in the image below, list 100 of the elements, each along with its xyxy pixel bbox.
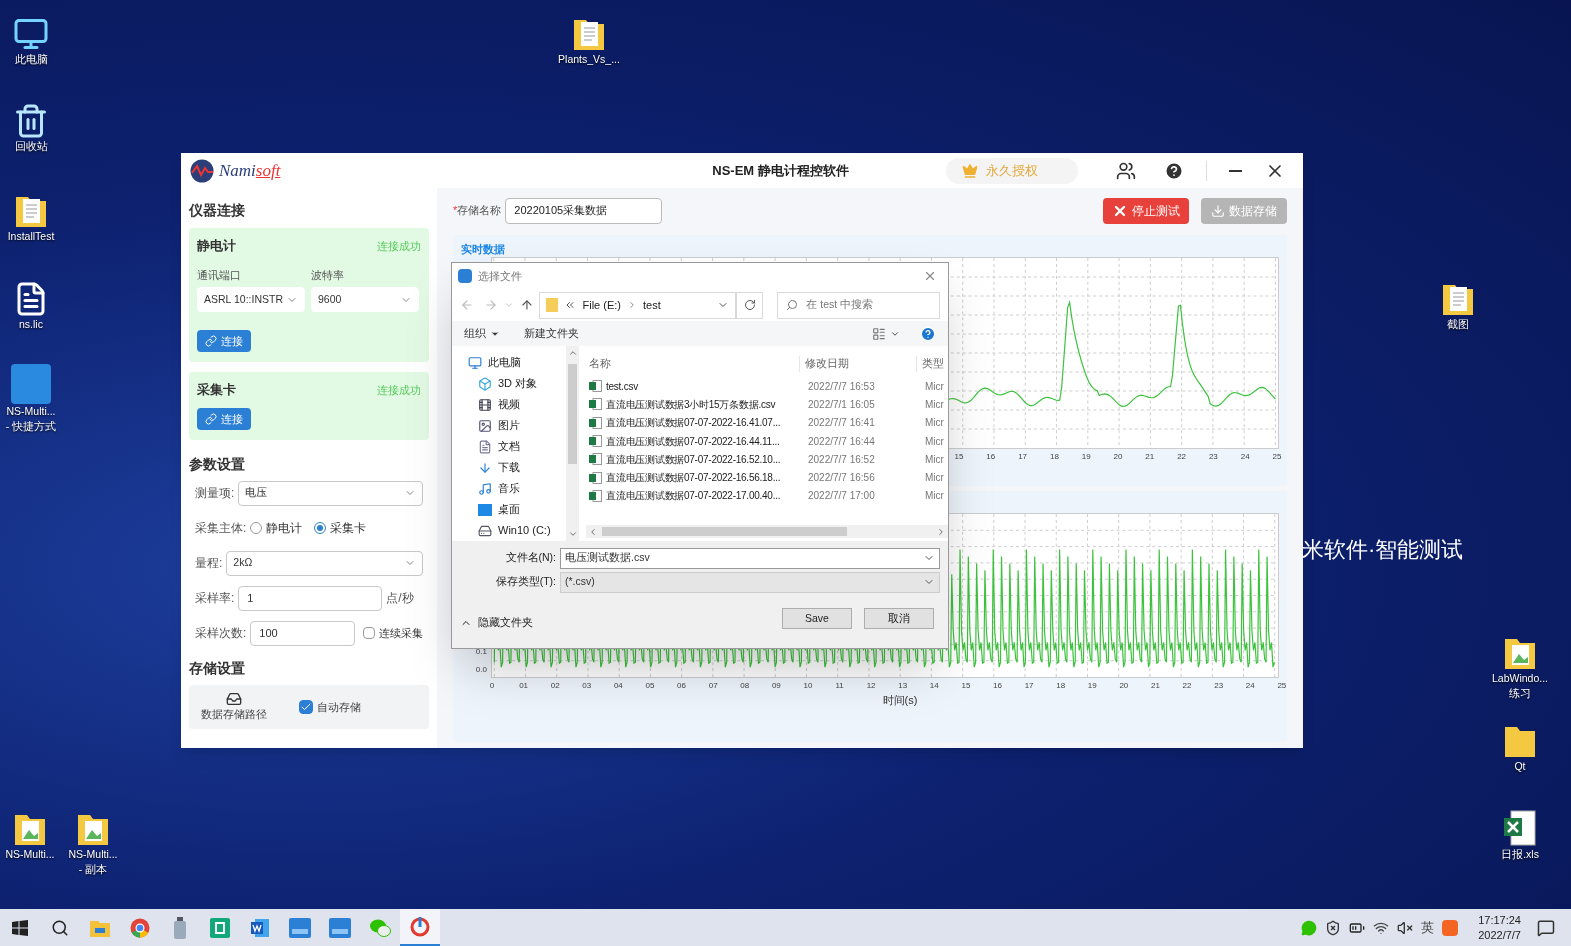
tree-item[interactable]: 音乐 xyxy=(478,478,566,499)
recycle-bin-icon xyxy=(13,103,49,139)
breadcrumb-item[interactable]: File (E:) xyxy=(582,296,621,314)
desktop-icon-label[interactable]: 日报.xls xyxy=(1501,847,1539,862)
radio-label: 采集卡 xyxy=(330,520,367,538)
meter-app-icon xyxy=(329,917,351,938)
hide-folders-toggle[interactable]: 隐藏文件夹 xyxy=(460,615,533,631)
desktop-icon-label[interactable]: Qt xyxy=(1514,759,1526,774)
file-row[interactable]: 直流电压测试数据07-07-2022-16.56.18... 2022/7/7 16:56 Micr xyxy=(586,468,948,487)
desktop-icon-label[interactable]: ns.lic xyxy=(19,317,43,332)
column-header[interactable]: 修改日期 xyxy=(800,356,917,372)
connect-button[interactable]: 连接 xyxy=(197,330,251,353)
refresh-button[interactable] xyxy=(735,291,764,319)
dropdown[interactable]: 9600 xyxy=(311,287,419,313)
file-row[interactable]: 直流电压测试数据07-07-2022-16.41.07... 2022/7/7 16:41 Micr xyxy=(586,413,948,432)
desktop-icon-label[interactable]: - 快捷方式 xyxy=(5,419,57,434)
filename-field[interactable]: 电压测试数据.csv xyxy=(560,547,940,569)
storage-name-field[interactable]: 20220105采集数据 xyxy=(505,197,663,224)
dropdown[interactable]: ASRL 10::INSTR xyxy=(197,287,305,313)
breadcrumb-item[interactable]: test xyxy=(643,296,661,314)
app-shortcut-icon xyxy=(11,364,51,404)
notification-icon[interactable] xyxy=(1537,918,1555,937)
tree-item[interactable]: 图片 xyxy=(478,415,566,436)
radio-button[interactable] xyxy=(250,522,263,535)
desktop-icon-label[interactable]: Plants_Vs_... xyxy=(558,52,620,67)
desktop-icon-label[interactable]: - 副本 xyxy=(78,862,108,877)
organize-button[interactable]: 组织 xyxy=(464,325,500,342)
file-row[interactable]: 直流电压测试数据07-07-2022-17.00.40... 2022/7/7 17:00 Micr xyxy=(586,486,948,506)
checkbox[interactable] xyxy=(299,699,313,714)
x-tick-label: 17 xyxy=(1017,451,1028,463)
dropdown[interactable]: 2kΩ xyxy=(226,550,423,576)
tree-item[interactable]: 文档 xyxy=(478,436,566,457)
tree-item[interactable]: 桌面 xyxy=(478,499,566,520)
search-icon xyxy=(51,918,69,937)
file-type-dropdown[interactable]: (*.csv) xyxy=(560,571,940,593)
clock[interactable]: 17:17:24 2022/7/7 xyxy=(1478,912,1521,943)
column-header[interactable]: 类型 xyxy=(917,356,944,372)
view-options-button[interactable] xyxy=(872,326,900,341)
image-icon xyxy=(478,418,492,433)
shield-icon[interactable] xyxy=(1325,919,1342,936)
desktop-icon-label[interactable]: 此电脑 xyxy=(14,52,48,67)
input-app-icon[interactable] xyxy=(1442,919,1459,936)
file-row[interactable]: 直流电压测试数据07-07-2022-16.44.11... 2022/7/7 16:44 Micr xyxy=(586,431,948,451)
text-field[interactable]: 100 xyxy=(250,620,356,646)
column-header[interactable]: 名称 xyxy=(586,356,800,372)
radio-button[interactable] xyxy=(314,522,327,535)
tree-item[interactable]: 视频 xyxy=(478,394,566,415)
scroll-thumb[interactable] xyxy=(568,363,577,464)
file-row[interactable]: 直流电压测试数据07-07-2022-16.52.10... 2022/7/7 16:52 Micr xyxy=(586,450,948,469)
new-folder-button[interactable]: 新建文件夹 xyxy=(524,325,579,342)
windows-icon xyxy=(12,919,28,936)
file-date: 2022/7/7 17:00 xyxy=(807,489,876,504)
file-date: 2022/7/7 16:52 xyxy=(807,452,876,467)
desktop-icon-label[interactable]: NS-Multi... xyxy=(6,404,56,419)
cancel-button[interactable]: 取消 xyxy=(864,608,934,630)
horizontal-scrollbar[interactable] xyxy=(586,525,948,538)
file-name: test.csv xyxy=(606,379,639,394)
back-icon[interactable] xyxy=(460,298,474,312)
desktop-icon-label[interactable]: NS-Multi... xyxy=(68,847,118,862)
text-field[interactable]: 1 xyxy=(238,585,383,611)
file-date: 2022/7/7 16:53 xyxy=(807,379,876,394)
scrollbar[interactable] xyxy=(566,346,579,541)
file-type: Micr xyxy=(924,489,944,504)
tree-item[interactable]: 3D 对象 xyxy=(478,373,566,394)
volume-muted-icon[interactable] xyxy=(1397,919,1414,936)
connection-status: 连接成功 xyxy=(377,238,421,254)
scroll-thumb[interactable] xyxy=(602,527,847,536)
file-row[interactable]: 直流电压测试数据3小时15万条数据.csv 2022/7/1 16:05 Micr xyxy=(586,395,948,414)
search-field[interactable]: 在 test 中搜索 xyxy=(777,291,940,319)
computer-icon xyxy=(468,355,482,370)
radio-label: 静电计 xyxy=(266,520,303,538)
file-row[interactable]: test.csv 2022/7/7 16:53 Micr xyxy=(586,377,948,396)
address-bar[interactable]: File (E:) test xyxy=(539,291,736,319)
x-tick-label: 03 xyxy=(581,680,592,692)
scroll-down-icon[interactable] xyxy=(567,529,578,539)
desktop-icon-label[interactable]: 回收站 xyxy=(14,139,48,154)
up-icon[interactable] xyxy=(519,298,534,312)
save-button[interactable]: Save xyxy=(782,608,852,630)
tree-item[interactable]: 下载 xyxy=(478,457,566,478)
checkbox[interactable] xyxy=(363,627,375,640)
help-icon[interactable] xyxy=(920,325,936,342)
connect-button[interactable]: 连接 xyxy=(197,407,251,430)
dropdown[interactable]: 电压 xyxy=(238,480,423,506)
scroll-up-icon[interactable] xyxy=(567,348,578,358)
tree-item[interactable]: 此电脑 xyxy=(468,352,566,373)
app-icon xyxy=(410,915,430,938)
desktop-icon-label[interactable]: 截图 xyxy=(1447,317,1469,332)
desktop-icon-label[interactable]: InstallTest xyxy=(7,229,55,244)
connection-status: 连接成功 xyxy=(377,382,421,398)
desktop-icon-label[interactable]: 练习 xyxy=(1509,686,1531,701)
chat-icon[interactable] xyxy=(1301,919,1318,936)
tree-item[interactable]: Win10 (C:) xyxy=(478,520,566,541)
desktop-icon-label[interactable]: LabWindo... xyxy=(1491,671,1548,686)
scroll-left-icon[interactable] xyxy=(588,526,598,537)
forward-icon[interactable] xyxy=(483,298,498,312)
storage-path-button[interactable]: 数据存储路径 xyxy=(201,690,267,723)
input-method-indicator[interactable]: 英 xyxy=(1421,917,1435,938)
stop-test-button[interactable]: 停止测试 xyxy=(1103,197,1189,224)
desktop-icon-label[interactable]: NS-Multi... xyxy=(5,847,55,862)
scroll-right-icon[interactable] xyxy=(936,526,946,537)
